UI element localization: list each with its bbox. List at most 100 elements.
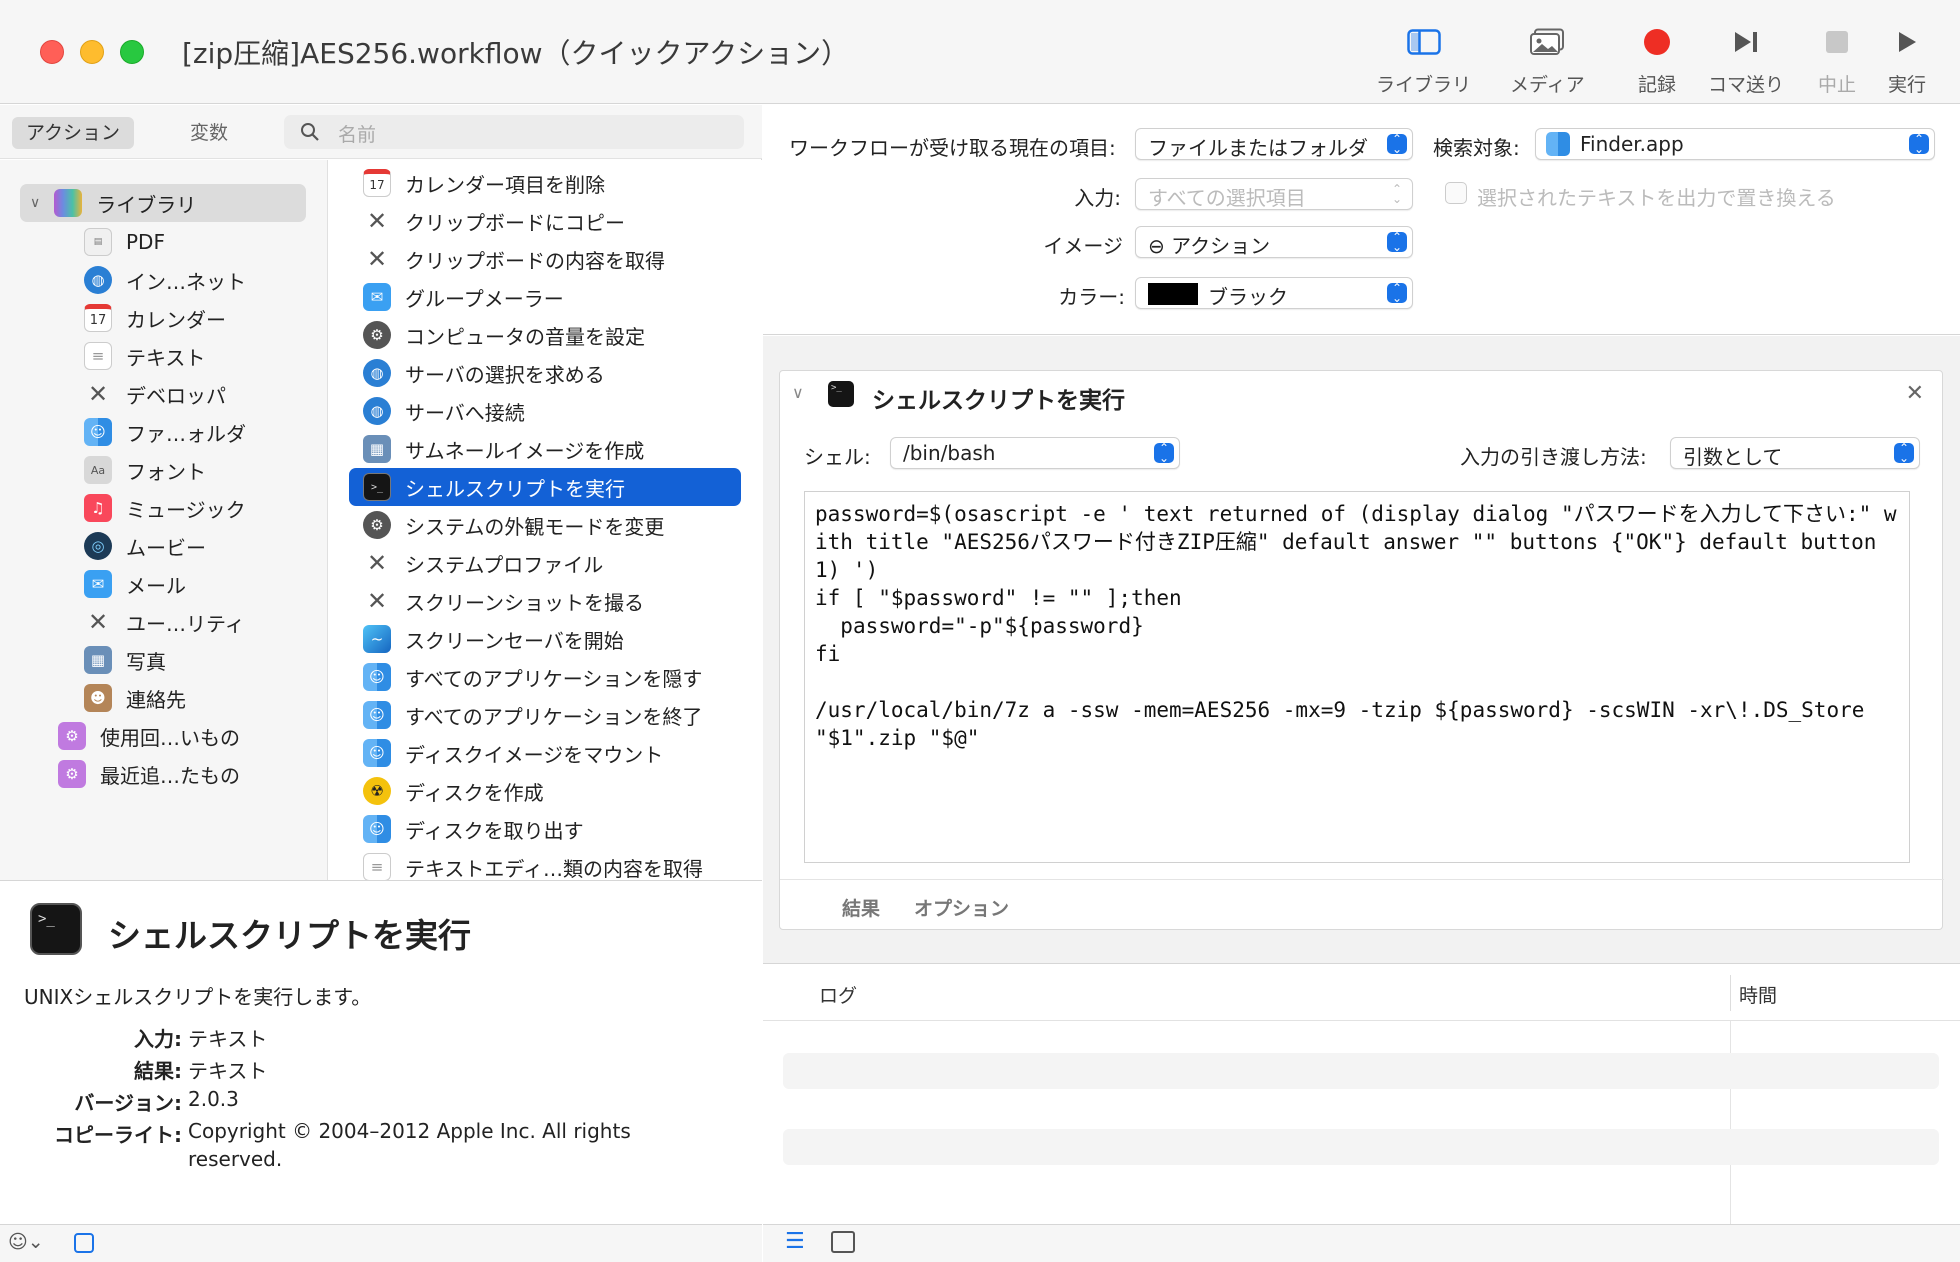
action-item[interactable]: ✕ クリップボードの内容を取得 [349, 240, 741, 278]
tab-results[interactable]: 結果 [842, 894, 880, 921]
input-popup[interactable]: すべての選択項目 ⌃ ⌄ [1135, 178, 1413, 210]
action-item[interactable]: ☺ すべてのアプリケーションを終了 [349, 696, 741, 734]
receives-popup[interactable]: ファイルまたはフォルダ ⌃ ⌄ [1135, 128, 1413, 160]
record-toolbar-button[interactable]: 記録 [1638, 22, 1676, 97]
library-item-files[interactable]: ☺ ファ…ォルダ [0, 413, 328, 451]
color-label: カラー: [1058, 285, 1125, 309]
list-view-icon[interactable]: ☰ [785, 1229, 805, 1254]
close-window-button[interactable] [40, 40, 64, 64]
minimize-window-button[interactable] [80, 40, 104, 64]
action-item[interactable]: ✕ スクリーンショットを撮る [349, 582, 741, 620]
action-item[interactable]: 17 カレンダー項目を削除 [349, 164, 741, 202]
time-column-header[interactable]: 時間 [1739, 981, 1777, 1008]
chevron-updown-icon: ⌃ ⌄ [1387, 282, 1407, 304]
smart-group-recent[interactable]: ⚙ 最近追…たもの [0, 755, 328, 793]
library-item-pdf[interactable]: ▤ PDF [0, 223, 328, 261]
image-popup[interactable]: ⊖ アクション ⌃ ⌄ [1135, 226, 1413, 258]
action-item-label: カレンダー項目を削除 [405, 172, 605, 197]
stop-toolbar-button[interactable]: 中止 [1818, 22, 1856, 97]
action-item-label: サーバの選択を求める [405, 362, 605, 387]
action-item-label: スクリーンセーバを開始 [405, 628, 624, 653]
tab-options[interactable]: オプション [914, 894, 1009, 921]
action-item[interactable]: ⚙ コンピュータの音量を設定 [349, 316, 741, 354]
library-item-utilities[interactable]: ✕ ユー…リティ [0, 603, 328, 641]
terminal-icon: >_ [363, 473, 391, 501]
disclosure-chevron-icon[interactable]: ∨ [792, 383, 804, 402]
shell-script-action[interactable]: ∨ >_ シェルスクリプトを実行 ✕ シェル: /bin/bash ⌃ ⌄ 入力の… [779, 370, 1944, 930]
library-root-label: ライブラリ [96, 192, 197, 217]
library-item-label: デベロッパ [126, 383, 226, 408]
close-icon[interactable]: ✕ [1906, 381, 1924, 406]
library-list: ∨ ライブラリ ▤ PDF ◍ イン…ネット 17 カレンダー ≡ テキスト ✕ デベロッ… [0, 160, 328, 880]
log-row [783, 1053, 1939, 1089]
library-item-movies[interactable]: ◎ ムービー [0, 527, 328, 565]
library-toolbar-button[interactable]: ライブラリ [1376, 22, 1471, 97]
library-root-item[interactable]: ∨ ライブラリ [20, 184, 306, 222]
workflow-area: ∨ >_ シェルスクリプトを実行 ✕ シェル: /bin/bash ⌃ ⌄ 入力の… [763, 336, 1960, 964]
library-item-fonts[interactable]: Aa フォント [0, 451, 328, 489]
action-item[interactable]: ◍ サーバへ接続 [349, 392, 741, 430]
action-item[interactable]: ☺ すべてのアプリケーションを隠す [349, 658, 741, 696]
action-item-label: グループメーラー [405, 286, 564, 311]
action-item[interactable]: ✕ クリップボードにコピー [349, 202, 741, 240]
pass-input-popup[interactable]: 引数として ⌃ ⌄ [1670, 437, 1920, 469]
library-item-calendar[interactable]: 17 カレンダー [0, 299, 328, 337]
action-item[interactable]: ≡ テキストエディ…類の内容を取得 [349, 848, 741, 880]
action-item[interactable]: ~ スクリーンセーバを開始 [349, 620, 741, 658]
action-item[interactable]: ⚙ システムの外観モードを変更 [349, 506, 741, 544]
color-popup[interactable]: ブラック ⌃ ⌄ [1135, 277, 1413, 309]
finder-icon: ☺ [363, 815, 391, 843]
action-item[interactable]: ☺ ディスクを取り出す [349, 810, 741, 848]
action-item-label: ディスクイメージをマウント [405, 742, 664, 767]
left-panel: アクション 変数 名前 ∨ ライブラリ ▤ PDF ◍ イン…ネット 17 カレンダー… [0, 105, 762, 1262]
library-books-icon [54, 189, 83, 217]
left-panel-toolbar: アクション 変数 名前 [0, 105, 762, 159]
library-item-developer[interactable]: ✕ デベロッパ [0, 375, 328, 413]
action-item[interactable]: ✉ グループメーラー [349, 278, 741, 316]
tools-icon: ✕ [366, 587, 388, 615]
finder-icon [1546, 132, 1570, 156]
shell-popup[interactable]: /bin/bash ⌃ ⌄ [890, 437, 1180, 469]
library-item-text[interactable]: ≡ テキスト [0, 337, 328, 375]
quicktime-icon: ◎ [84, 532, 112, 560]
smart-group-most-used[interactable]: ⚙ 使用回…いもの [0, 717, 328, 755]
media-toolbar-button[interactable]: メディア [1510, 22, 1585, 97]
action-item[interactable]: ☺ ディスクイメージをマウント [349, 734, 741, 772]
library-item-internet[interactable]: ◍ イン…ネット [0, 261, 328, 299]
step-toolbar-button[interactable]: コマ送り [1708, 22, 1784, 97]
tab-actions[interactable]: アクション [12, 117, 135, 149]
library-item-contacts[interactable]: ☻ 連絡先 [0, 679, 328, 717]
description-toggle-icon[interactable] [74, 1233, 94, 1253]
media-toolbar-label: メディア [1510, 74, 1585, 96]
color-swatch [1148, 283, 1198, 305]
chevron-updown-icon: ⌃ ⌄ [1909, 133, 1929, 155]
zoom-window-button[interactable] [120, 40, 144, 64]
search-target-popup[interactable]: Finder.app ⌃ ⌄ [1535, 128, 1935, 160]
run-toolbar-button[interactable]: 実行 [1888, 22, 1926, 97]
action-item[interactable]: ▦ サムネールイメージを作成 [349, 430, 741, 468]
tools-icon: ✕ [366, 549, 388, 577]
library-item-label: カレンダー [126, 307, 226, 332]
more-options-icon[interactable]: ☺⌄ [8, 1231, 44, 1253]
tab-variables[interactable]: 変数 [176, 117, 242, 149]
replace-text-checkbox[interactable] [1445, 182, 1467, 204]
search-input[interactable]: 名前 [284, 115, 744, 149]
action-item-label: システムの外観モードを変更 [405, 514, 665, 539]
split-view-icon[interactable] [831, 1231, 855, 1253]
library-item-mail[interactable]: ✉ メール [0, 565, 328, 603]
tools-icon: ✕ [366, 207, 388, 235]
log-column-header[interactable]: ログ [819, 981, 857, 1008]
action-item-selected[interactable]: >_ シェルスクリプトを実行 [349, 468, 741, 506]
action-item[interactable]: ☢ ディスクを作成 [349, 772, 741, 810]
library-item-music[interactable]: ♫ ミュージック [0, 489, 328, 527]
library-toolbar-label: ライブラリ [1376, 74, 1472, 96]
screensaver-icon: ~ [363, 625, 391, 653]
library-item-photos[interactable]: ▦ 写真 [0, 641, 328, 679]
action-item[interactable]: ◍ サーバの選択を求める [349, 354, 741, 392]
run-toolbar-label: 実行 [1888, 74, 1927, 96]
action-item[interactable]: ✕ システムプロファイル [349, 544, 741, 582]
system-preferences-icon: ⚙ [363, 511, 391, 539]
text-document-icon: ≡ [363, 853, 391, 880]
script-editor[interactable]: password=$(osascript -e ' text returned … [804, 491, 1910, 863]
calendar-icon: 17 [363, 169, 391, 197]
